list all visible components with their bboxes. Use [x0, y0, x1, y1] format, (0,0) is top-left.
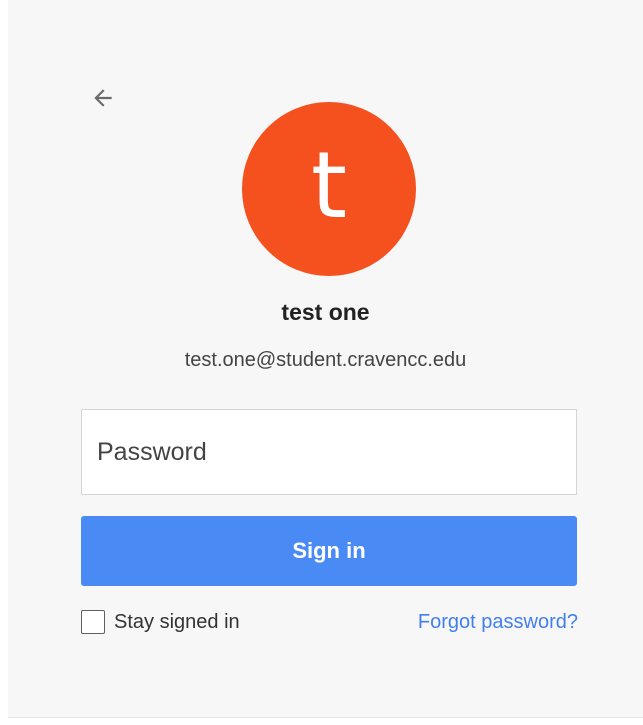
stay-signed-in-checkbox[interactable]	[81, 610, 105, 634]
arrow-back-icon	[94, 89, 112, 107]
account-name: test one	[281, 299, 370, 325]
forgot-password-link[interactable]: Forgot password?	[418, 611, 578, 634]
stay-signed-in-toggle[interactable]: Stay signed in	[81, 610, 240, 634]
stay-signed-in-label: Stay signed in	[114, 610, 240, 633]
sign-in-card: t test one test.one@student.cravencc.edu…	[8, 0, 643, 718]
account-email: test.one@student.cravencc.edu	[184, 349, 467, 371]
avatar-letter: t	[310, 132, 348, 239]
back-button[interactable]	[88, 83, 118, 113]
sign-in-button[interactable]: Sign in	[81, 516, 577, 586]
avatar: t	[242, 102, 416, 276]
password-input[interactable]	[81, 409, 577, 495]
